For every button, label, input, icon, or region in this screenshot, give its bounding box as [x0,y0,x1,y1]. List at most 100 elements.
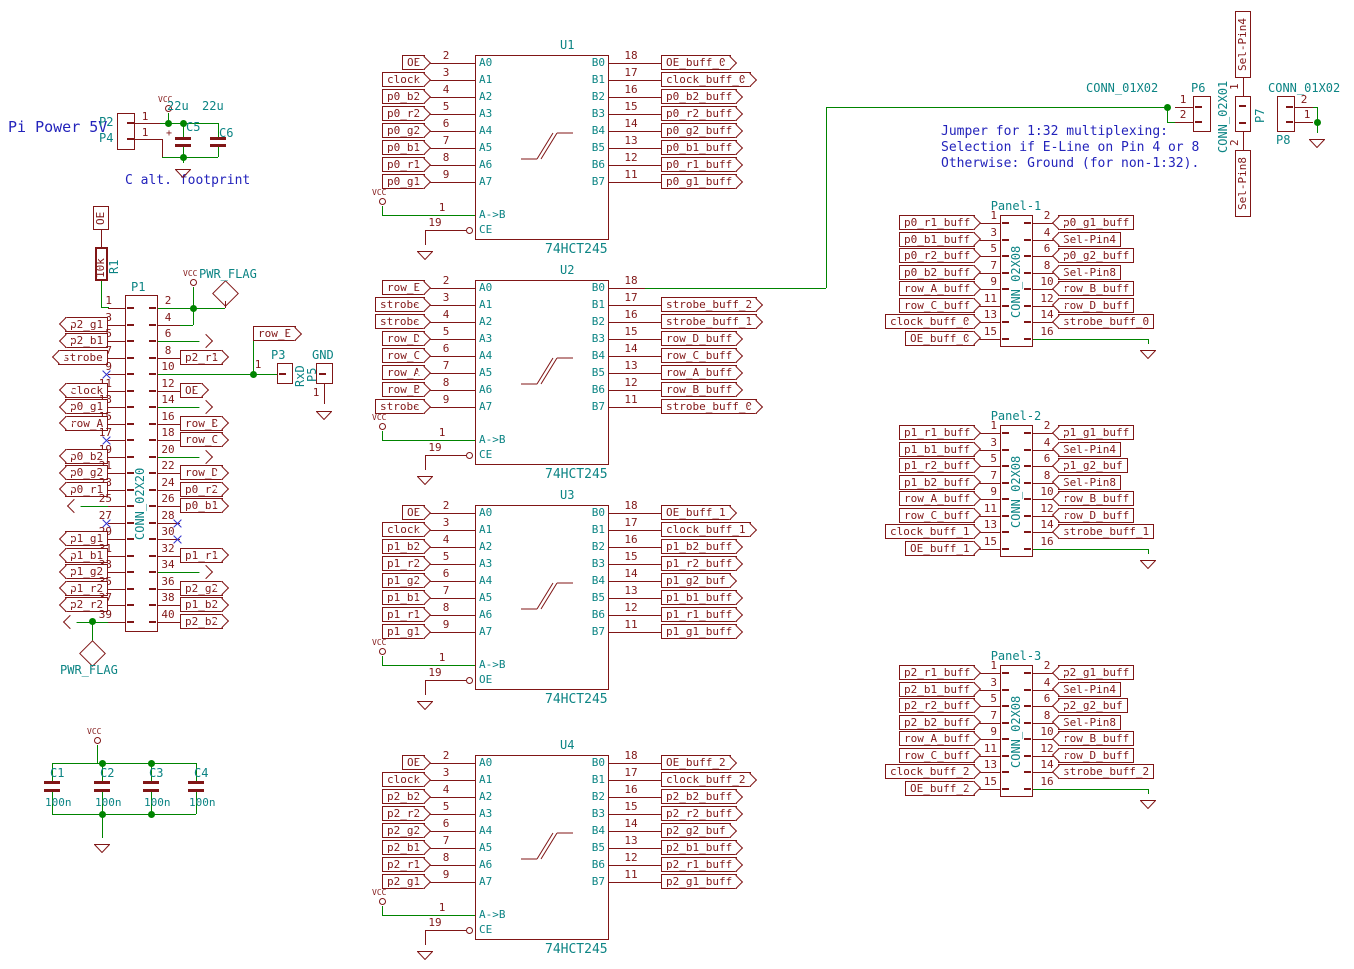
net-label[interactable]: p0_r1_buff [899,215,975,230]
net-label[interactable]: p2_b2 [180,614,223,629]
net-label[interactable]: clock_buff_0 [661,72,751,87]
net-label[interactable]: p2_g1_buff [661,874,737,889]
net-label[interactable]: p2_g2_buf [661,823,731,838]
net-label[interactable]: strobe_buff_2 [1058,764,1154,779]
net-label[interactable]: p1_b1_buff [899,442,975,457]
net-label[interactable]: clock_buff_2 [885,764,975,779]
net-label[interactable]: row_C [180,432,223,447]
net-label[interactable]: p0_g1_buff [661,174,737,189]
net-label[interactable]: OE [180,383,203,398]
net-label[interactable]: row_D_buff [1058,298,1134,313]
net-label[interactable]: Sel-Pin4 [1058,682,1121,697]
net-label[interactable]: p1_b1_buff [661,590,737,605]
net-label[interactable]: p0_r1_buff [661,157,737,172]
net-label[interactable]: clock_buff_1 [661,522,751,537]
net-label[interactable]: p0_g2_buff [1058,248,1134,263]
net-label[interactable]: row_C_buff [661,348,737,363]
net-label[interactable]: row_A [382,365,425,380]
net-label[interactable]: Sel-Pin8 [1058,475,1121,490]
net-label[interactable]: p0_b1_buff [899,232,975,247]
net-label[interactable]: p2_b2_buff [661,789,737,804]
net-label[interactable]: clock [382,772,425,787]
net-label[interactable]: p1_b2 [180,597,223,612]
net-label[interactable]: p1_r2 [382,556,425,571]
net-label[interactable]: p1_g1_buff [661,624,737,639]
net-label[interactable]: Sel-Pin4 [1058,232,1121,247]
net-label[interactable]: row_D_buff [1058,508,1134,523]
net-label[interactable]: strobe [375,297,425,312]
net-label[interactable]: p0_r2_buff [899,248,975,263]
net-label[interactable]: OE_buff_2 [661,755,731,770]
net-label[interactable]: p0_b1_buff [661,140,737,155]
net-label[interactable]: clock_buff_2 [661,772,751,787]
net-label[interactable]: strobe_buff_1 [661,314,757,329]
net-label[interactable]: p1_r2_buff [661,556,737,571]
net-label[interactable]: row_C_buff [899,298,975,313]
net-label[interactable]: row_B [180,416,223,431]
net-label[interactable]: row_B [382,382,425,397]
net-label[interactable]: row_A_buff [899,491,975,506]
net-label[interactable]: p1_g1_buff [1058,425,1134,440]
net-label[interactable]: row_D [382,331,425,346]
net-label[interactable]: Sel-Pin8 [1058,715,1121,730]
net-label[interactable]: p0_r2 [180,482,223,497]
net-label[interactable]: clock_buff_0 [885,314,975,329]
net-label[interactable]: p2_g2 [382,823,425,838]
net-label[interactable]: clock [382,522,425,537]
net-label[interactable]: p2_b1 [382,840,425,855]
net-label[interactable]: strobe_buff_0 [661,399,757,414]
net-label[interactable]: p2_r2_buff [661,806,737,821]
net-label[interactable]: p0_g2 [382,123,425,138]
net-label[interactable]: p0_r2_buff [661,106,737,121]
net-label[interactable]: p2_r1_buff [899,665,975,680]
net-label[interactable]: row_B_buff [1058,731,1134,746]
net-label[interactable]: p2_b2_buff [899,715,975,730]
net-label[interactable]: p2_g1 [382,874,425,889]
net-label[interactable]: p1_g2 [382,573,425,588]
net-label[interactable]: p1_g1 [382,624,425,639]
net-label[interactable]: row_A_buff [661,365,737,380]
net-label[interactable]: p1_b1 [382,590,425,605]
net-label[interactable]: p2_g1_buff [1058,665,1134,680]
net-label[interactable]: p1_b2 [382,539,425,554]
net-label[interactable]: p0_b2_buff [661,89,737,104]
net-label[interactable]: row_B_buff [1058,281,1134,296]
net-label[interactable]: Sel-Pin4 [1058,442,1121,457]
net-label[interactable]: p0_g1 [382,174,425,189]
net-label[interactable]: p0_b2_buff [899,265,975,280]
net-label[interactable]: p1_r1_buff [661,607,737,622]
sel-pin4-label[interactable]: Sel-Pin4 [1235,11,1251,78]
net-label[interactable]: p2_b1_buff [661,840,737,855]
p7-connector-body[interactable] [1235,96,1251,132]
net-label[interactable]: OE_buff_0 [905,331,975,346]
sel-pin8-label[interactable]: Sel-Pin8 [1235,150,1251,217]
net-label[interactable]: clock [382,72,425,87]
oe-net-label[interactable]: OE [93,206,109,230]
net-label[interactable]: row_B_buff [661,382,737,397]
net-label[interactable]: row_C_buff [899,748,975,763]
net-label[interactable]: Sel-Pin8 [1058,265,1121,280]
net-label[interactable]: OE [402,55,425,70]
net-label[interactable]: p2_g2 [180,581,223,596]
net-label[interactable]: row_C_buff [899,508,975,523]
net-label[interactable]: p0_b2 [382,89,425,104]
net-label[interactable]: p2_r1 [382,857,425,872]
net-label[interactable]: row_D [180,465,223,480]
net-label[interactable]: p2_r1_buff [661,857,737,872]
net-label[interactable]: p2_b1_buff [899,682,975,697]
p6-connector-body[interactable] [1193,96,1211,132]
power-connector-body[interactable] [117,113,135,150]
net-label[interactable]: p0_g2_buff [661,123,737,138]
net-label[interactable]: p2_b2 [382,789,425,804]
net-label[interactable]: p1_r1_buff [899,425,975,440]
net-label[interactable]: p0_r1 [382,157,425,172]
net-label[interactable]: OE_buff_2 [905,781,975,796]
net-label[interactable]: OE_buff_1 [905,541,975,556]
net-label[interactable]: row_B_buff [1058,491,1134,506]
net-label[interactable]: strobe_buff_2 [661,297,757,312]
net-label[interactable]: row_C [382,348,425,363]
net-label[interactable]: row_D_buff [1058,748,1134,763]
net-label[interactable]: row_E [382,280,425,295]
net-label[interactable]: OE [402,505,425,520]
net-label[interactable]: strobe_buff_0 [1058,314,1154,329]
